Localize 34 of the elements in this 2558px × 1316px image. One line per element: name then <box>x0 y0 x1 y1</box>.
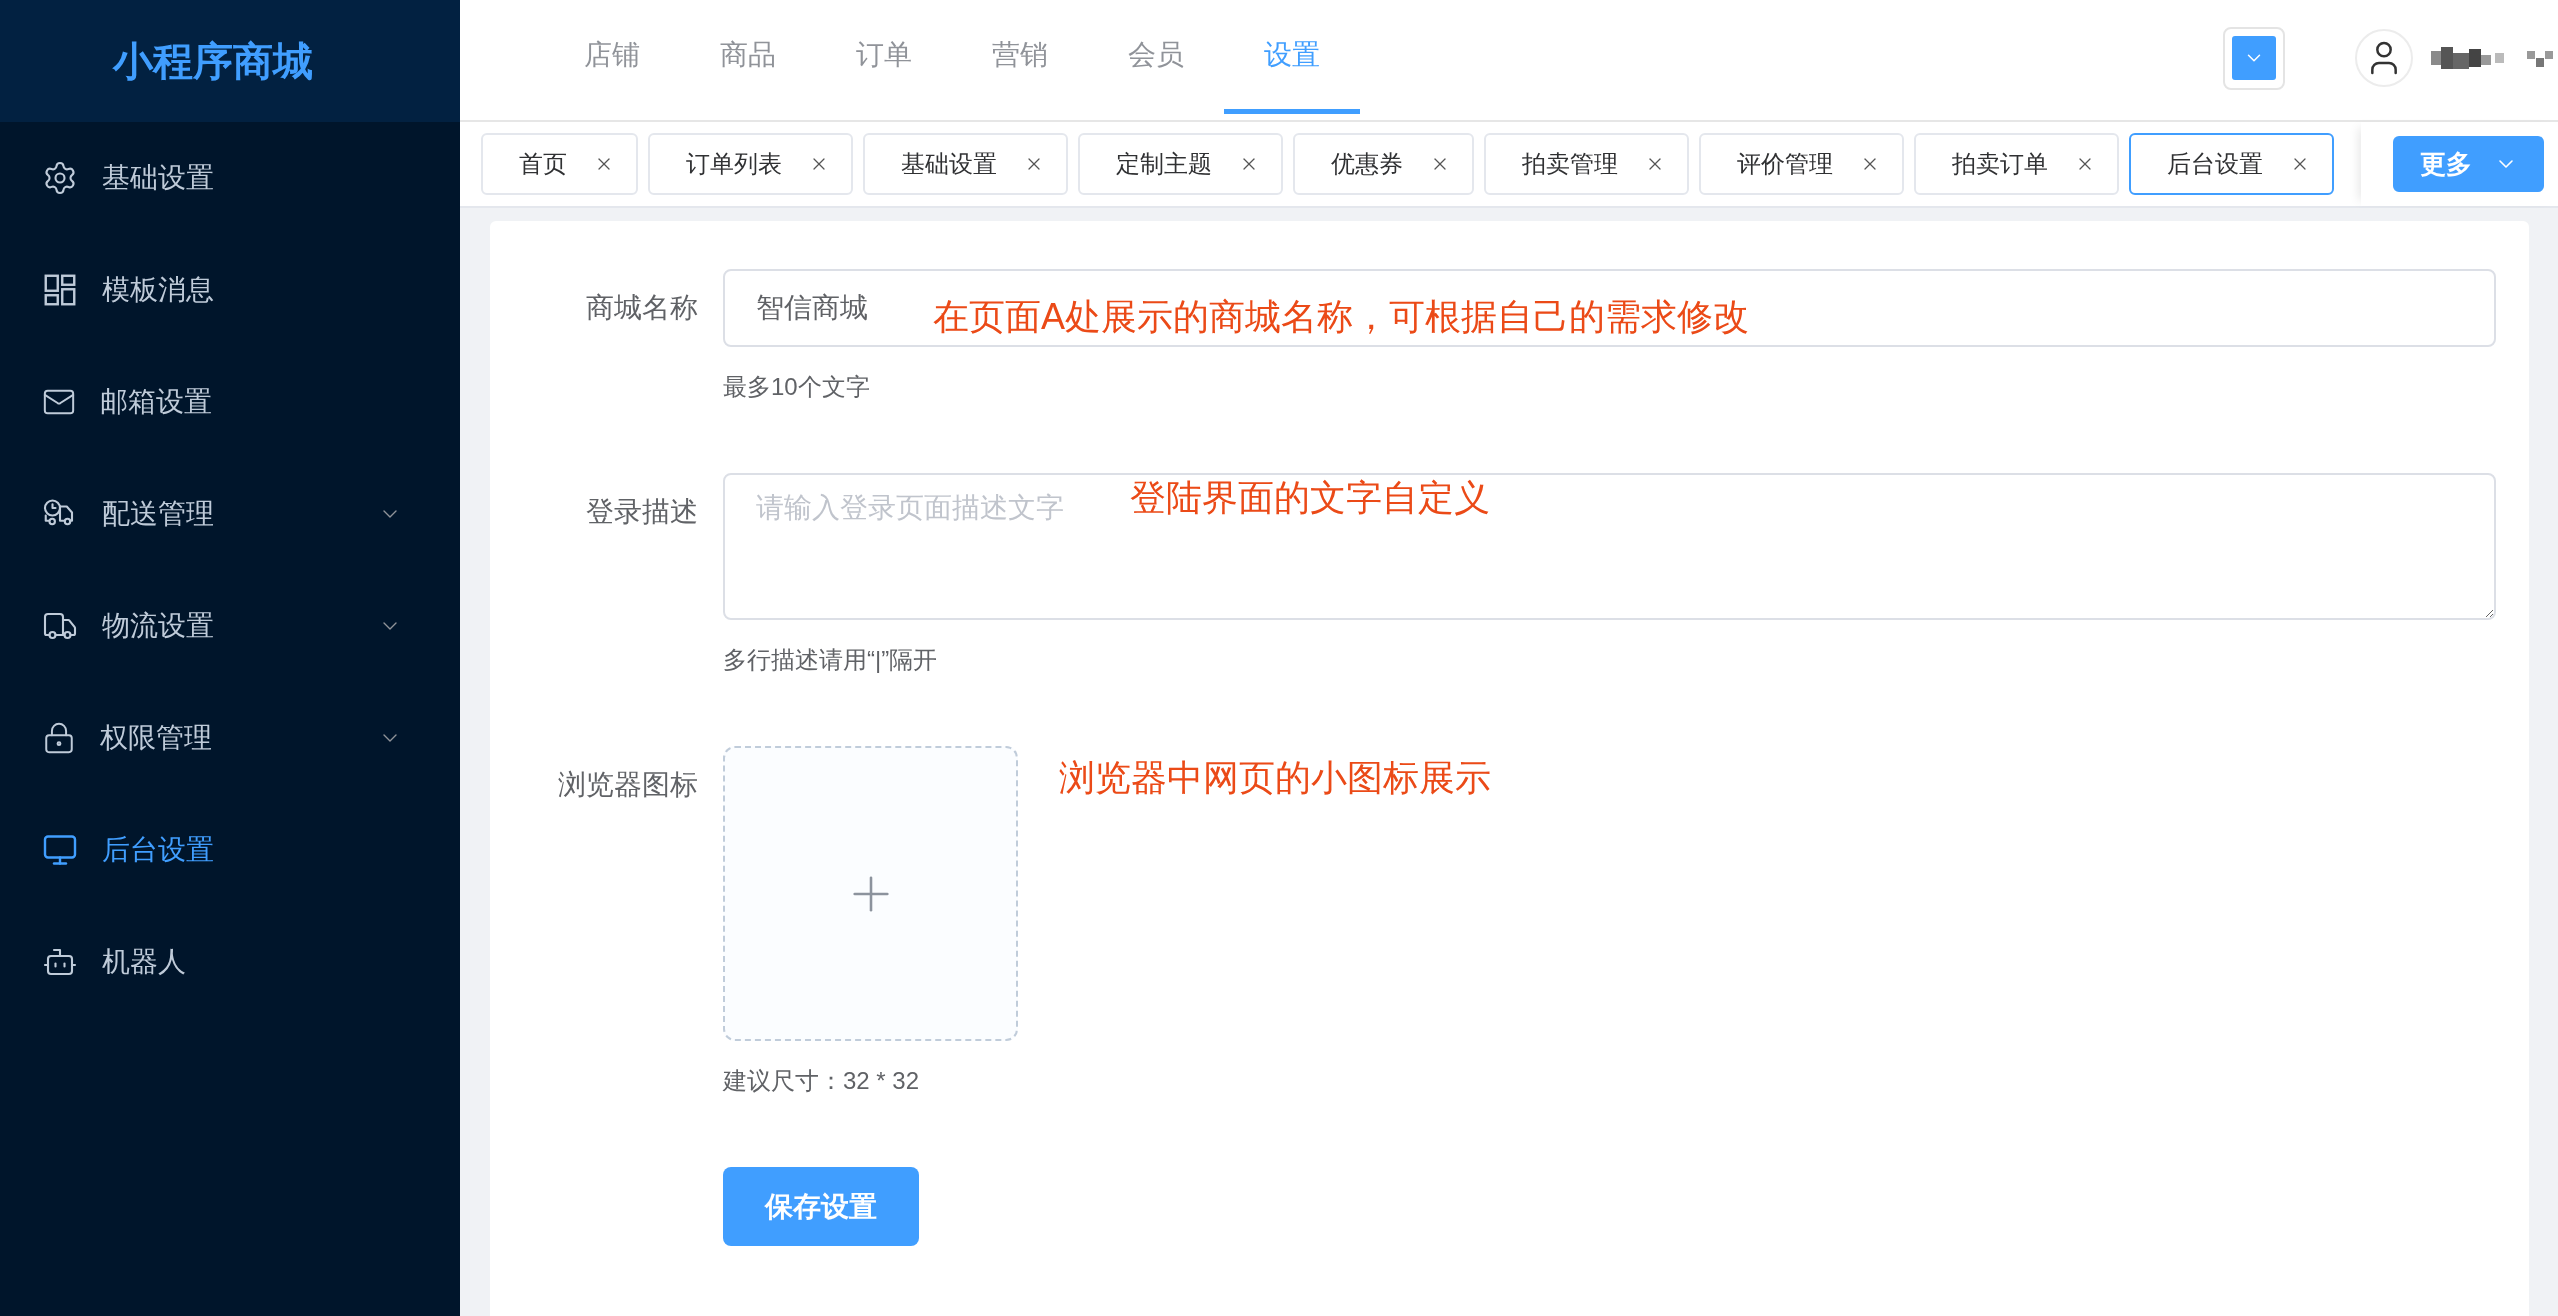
sidebar-menu-item[interactable]: 模板消息 <box>0 234 460 346</box>
logo-text: 小程序商城 <box>113 37 313 85</box>
page-tab[interactable]: 拍卖订单 <box>1914 133 2119 195</box>
sidebar-menu-item[interactable]: 基础设置 <box>0 122 460 234</box>
form-label: 浏览器图标 <box>557 768 699 802</box>
grid-icon <box>42 272 78 308</box>
form-label: 商城名称 <box>585 291 699 325</box>
hint-text: 最多10个文字 <box>723 372 870 402</box>
pixelated-caret-icon <box>2527 49 2553 67</box>
annotation-text: 登陆界面的文字自定义 <box>1130 476 1490 519</box>
chevron-down-icon <box>2232 36 2276 80</box>
sidebar-menu-item[interactable]: 机器人 <box>0 906 460 1018</box>
sidebar-menu-item[interactable]: 物流设置 <box>0 570 460 682</box>
annotation-text: 在页面A处展示的商城名称，可根据自己的需求修改 <box>933 295 1749 338</box>
hint-text: 多行描述请用“|”隔开 <box>723 645 938 675</box>
gear-icon <box>42 160 78 196</box>
form-label: 登录描述 <box>585 495 699 529</box>
lock-icon <box>42 721 76 755</box>
page-tab[interactable]: 基础设置 <box>863 133 1068 195</box>
annotation-text: 浏览器中网页的小图标展示 <box>1059 756 1491 799</box>
sidebar-menu-item[interactable]: 后台设置 <box>0 794 460 906</box>
page-tab[interactable]: 拍卖管理 <box>1484 133 1689 195</box>
sidebar-menu-item[interactable]: 配送管理 <box>0 458 460 570</box>
page-tab[interactable]: 后台设置 <box>2129 133 2334 195</box>
page-tab[interactable]: 订单列表 <box>648 133 853 195</box>
sidebar-menu-item[interactable]: 邮箱设置 <box>0 346 460 458</box>
page-tab[interactable]: 定制主题 <box>1078 133 1283 195</box>
dropdown-button[interactable] <box>2223 26 2285 90</box>
page-tab[interactable]: 评价管理 <box>1699 133 1904 195</box>
page-tab[interactable]: 首页 <box>481 133 638 195</box>
page-tab[interactable]: 优惠券 <box>1293 133 1474 195</box>
sidebar-menu-item[interactable]: 权限管理 <box>0 682 460 794</box>
hint-text: 建议尺寸：32 * 32 <box>723 1066 920 1096</box>
monitor-icon <box>42 832 78 868</box>
